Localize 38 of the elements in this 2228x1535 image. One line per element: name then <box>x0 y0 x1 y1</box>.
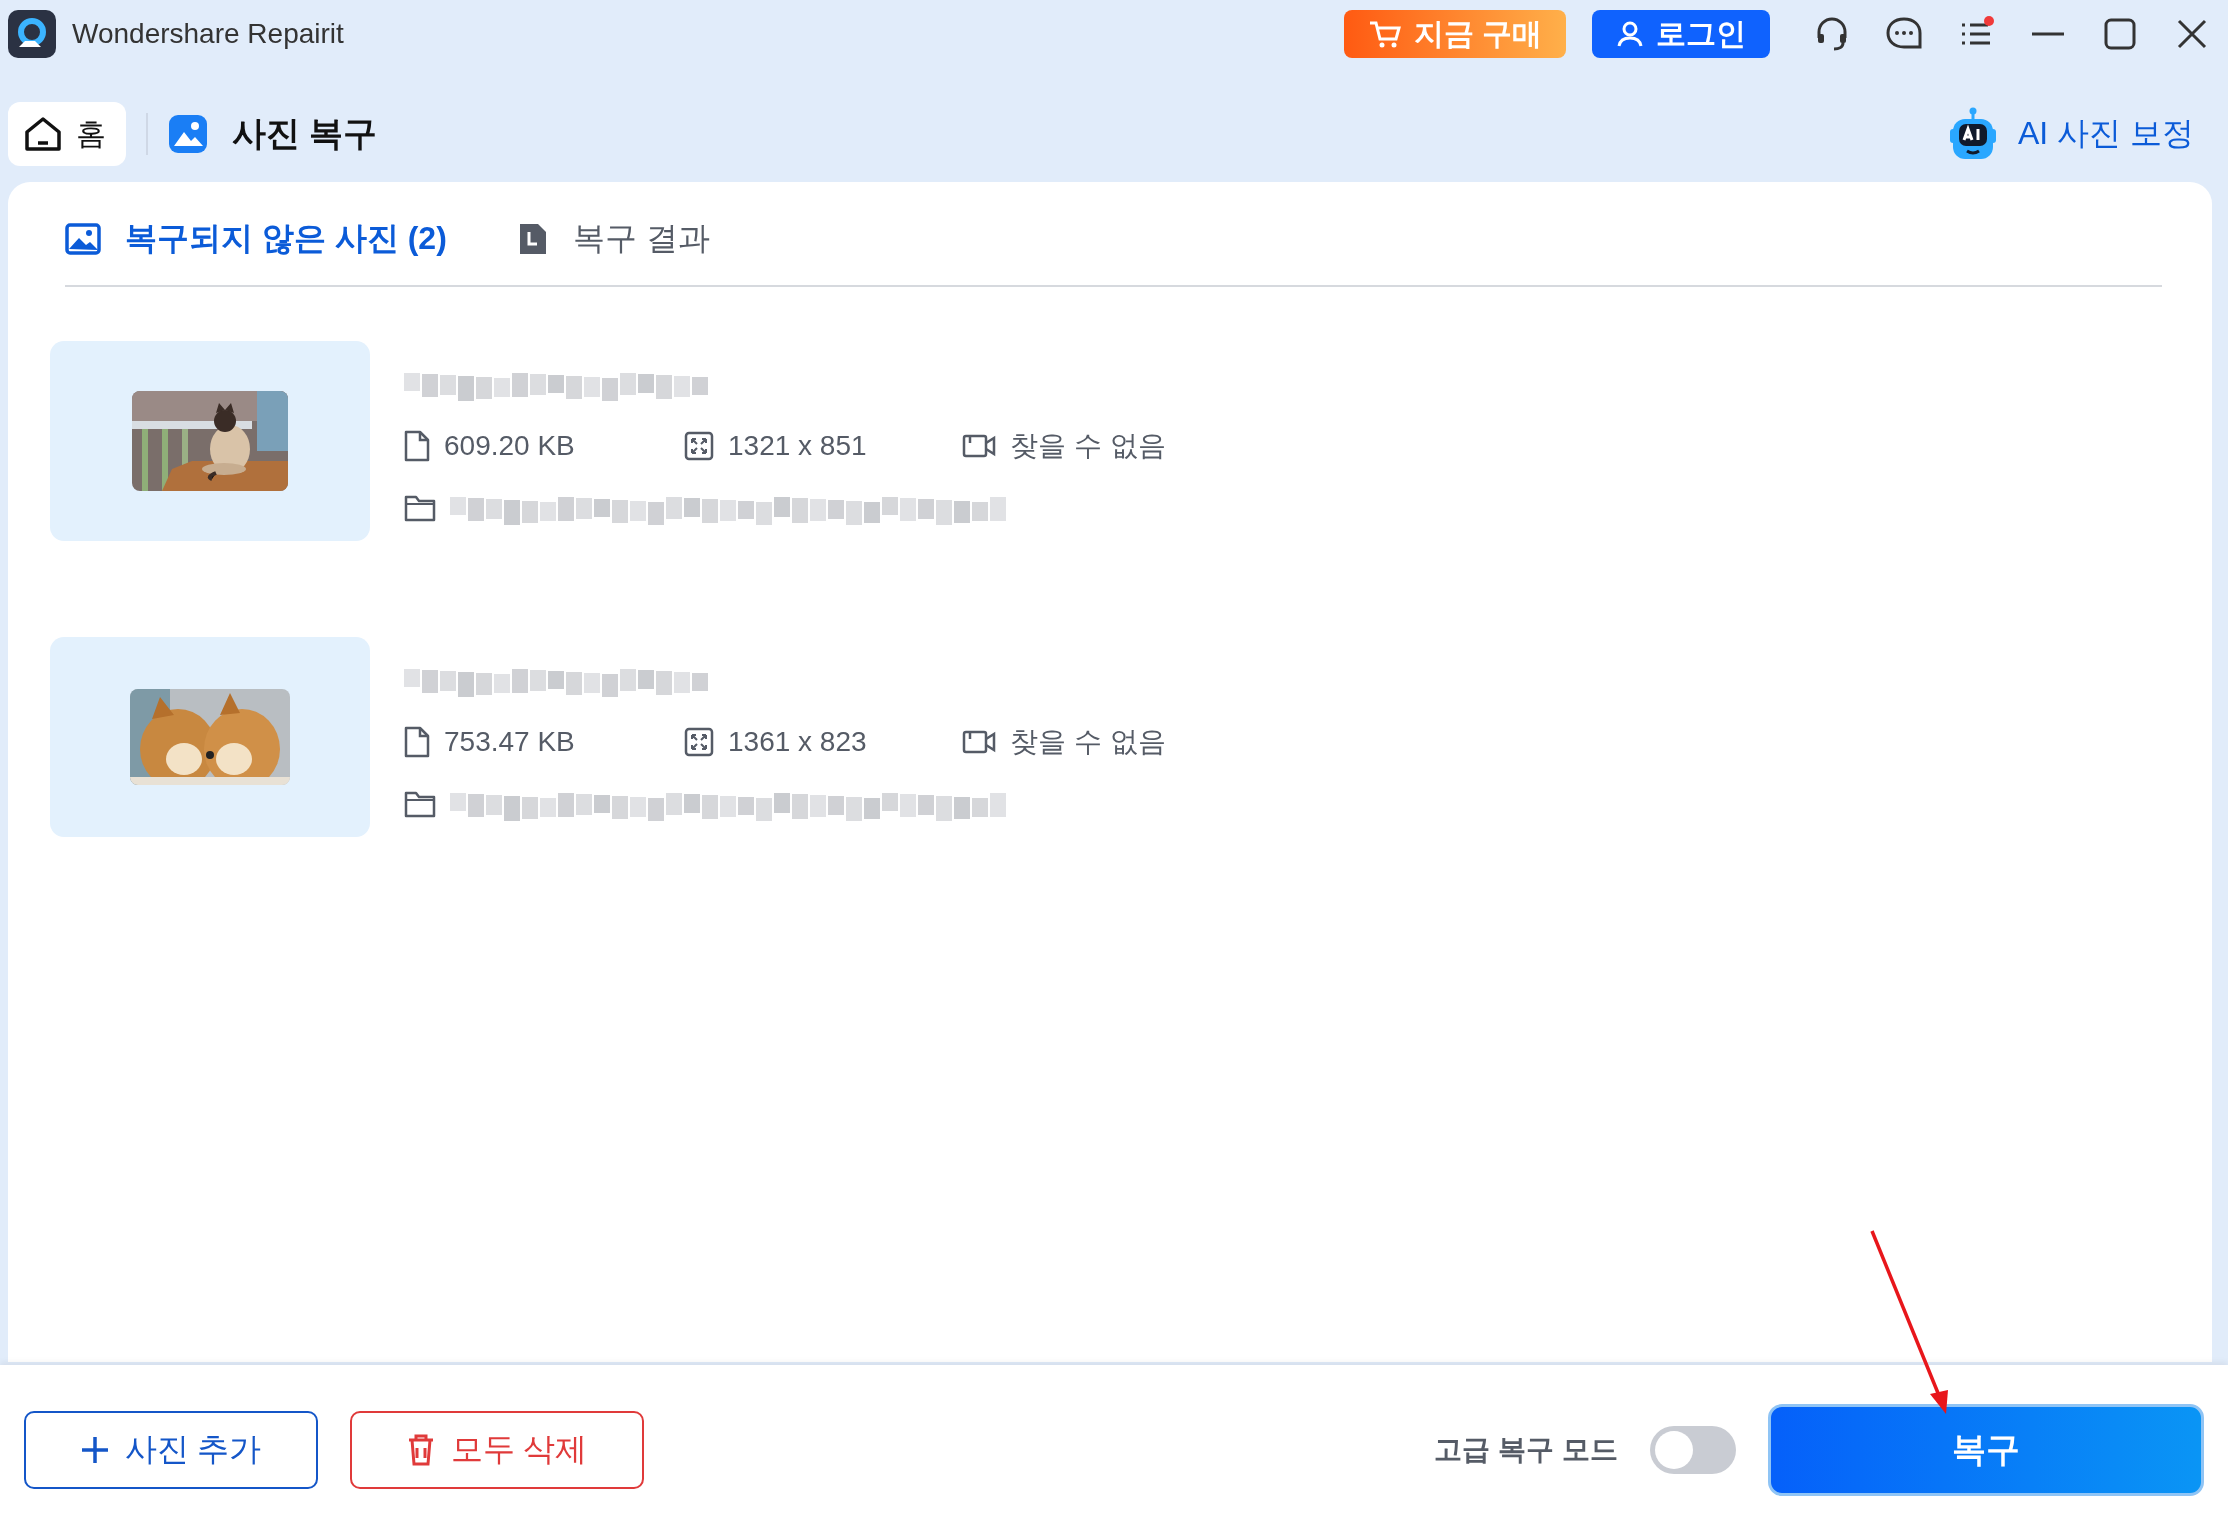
page-title: 사진 복구 <box>232 113 378 154</box>
ai-enhance-link[interactable]: AI 사진 보정 <box>1948 107 2194 161</box>
device-name: 찾을 수 없음 <box>1010 725 1166 759</box>
home-icon <box>24 116 62 152</box>
resolution: 1361 x 823 <box>728 726 867 758</box>
resolution: 1321 x 851 <box>728 430 867 462</box>
file-size: 753.47 KB <box>444 726 575 758</box>
delete-all-button[interactable]: 모두 삭제 <box>350 1411 644 1489</box>
window-title: Wondershare Repairit <box>72 18 345 50</box>
resolution-icon <box>684 727 714 757</box>
close-icon <box>2177 19 2207 49</box>
tab[interactable]: 복구되지 않은 사진 (2) <box>65 216 447 261</box>
repair-button[interactable]: 복구 <box>1768 1404 2204 1496</box>
maximize-icon <box>2104 18 2136 50</box>
resolution-icon <box>684 431 714 461</box>
plus-icon <box>80 1436 109 1464</box>
robot-icon <box>1948 107 1998 161</box>
advanced-mode-label: 고급 복구 모드 <box>1434 1433 1618 1467</box>
folder-icon <box>404 790 436 818</box>
chat-icon <box>1885 16 1923 52</box>
file-icon <box>404 430 430 462</box>
cart-icon <box>1367 19 1402 49</box>
tab[interactable]: 복구 결과 <box>516 216 710 261</box>
user-icon <box>1616 20 1644 48</box>
file-size: 609.20 KB <box>444 430 575 462</box>
login-button[interactable]: 로그인 <box>1592 10 1770 58</box>
trash-icon <box>406 1434 435 1466</box>
device-name: 찾을 수 없음 <box>1010 429 1166 463</box>
home-tab[interactable]: 홈 <box>8 102 126 166</box>
image-icon <box>168 114 208 154</box>
advanced-mode-toggle[interactable] <box>1650 1426 1736 1474</box>
minimize-icon <box>2032 32 2064 36</box>
folder-icon <box>404 494 436 522</box>
image-icon <box>65 222 101 255</box>
camera-icon <box>962 433 996 459</box>
add-photo-button[interactable]: 사진 추가 <box>24 1411 318 1489</box>
camera-icon <box>962 729 996 755</box>
file-icon <box>404 726 430 758</box>
